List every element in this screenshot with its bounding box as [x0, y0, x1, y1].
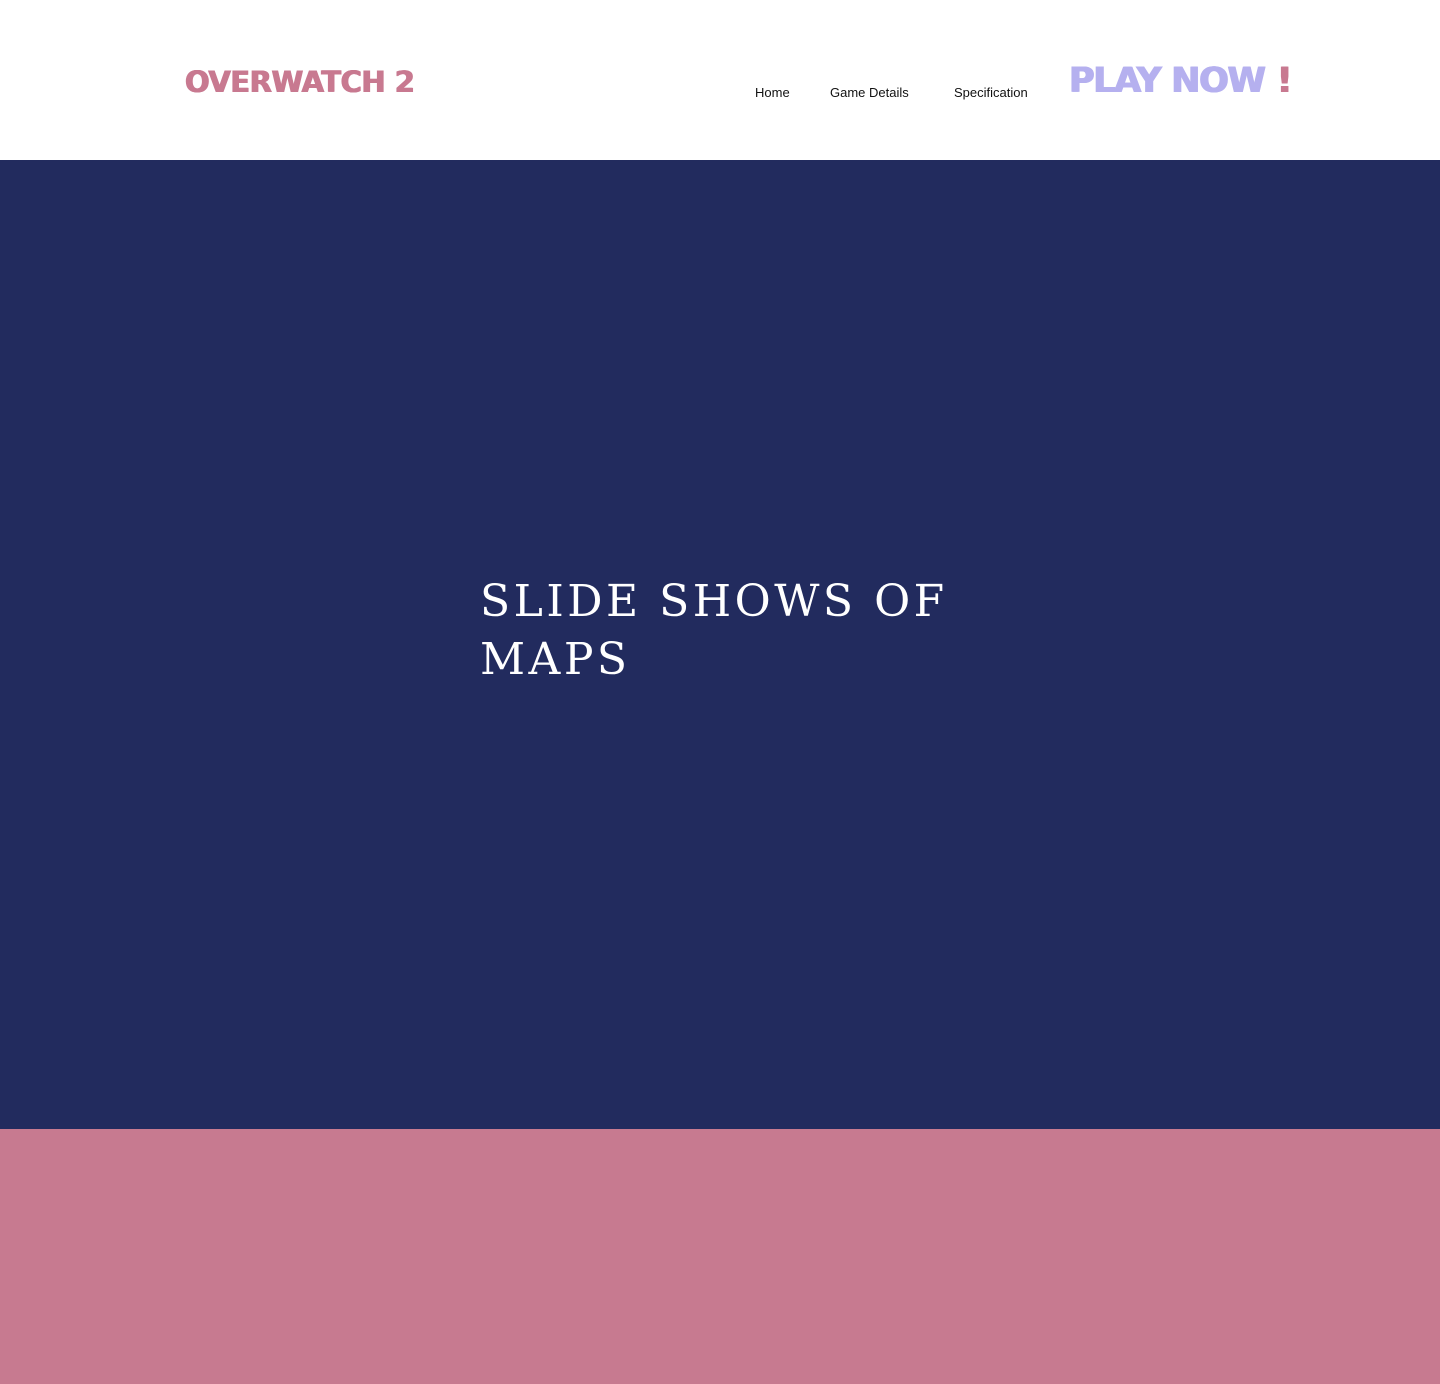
play-now-button[interactable]: PLAY NOW!	[1069, 61, 1293, 101]
nav-link-game-details[interactable]: Game Details	[830, 85, 909, 101]
nav-link-specification[interactable]: Specification	[954, 85, 1028, 101]
hero-title: SLIDE SHOWS OF MAPS	[480, 573, 1000, 689]
footer-band	[0, 1129, 1440, 1384]
play-now-label: PLAY NOW	[1069, 61, 1266, 101]
hero-section: SLIDE SHOWS OF MAPS	[0, 160, 1440, 1129]
hero-title-line-1: SLIDE SHOWS OF	[480, 576, 948, 627]
nav-link-home[interactable]: Home	[755, 85, 790, 101]
site-header: OVERWATCH 2 Home Game Details Specificat…	[0, 0, 1440, 160]
play-now-exclamation: !	[1276, 61, 1293, 101]
hero-title-line-2: MAPS	[480, 634, 631, 685]
page: OVERWATCH 2 Home Game Details Specificat…	[0, 0, 1440, 1384]
site-logo[interactable]: OVERWATCH 2	[185, 68, 415, 97]
